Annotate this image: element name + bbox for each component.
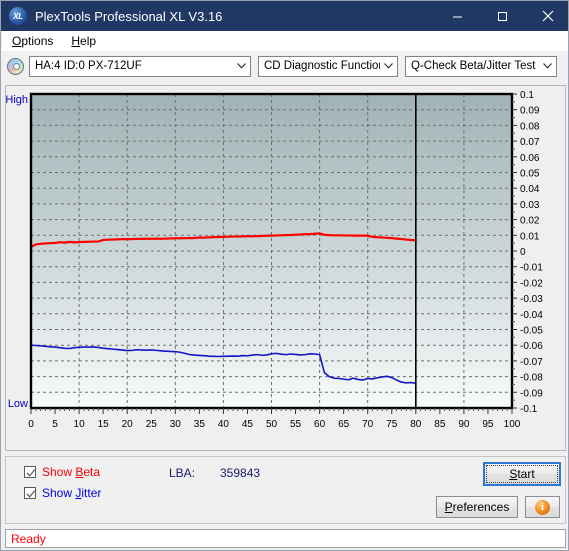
show-jitter-checkbox[interactable]: Show JitterShow Jitter bbox=[24, 486, 101, 500]
svg-text:10: 10 bbox=[74, 419, 86, 430]
function-select[interactable]: CD Diagnostic Functions bbox=[258, 55, 398, 77]
info-button[interactable]: i bbox=[525, 496, 560, 518]
svg-text:85: 85 bbox=[434, 419, 446, 430]
checkbox-box bbox=[24, 466, 36, 478]
chevron-down-icon[interactable] bbox=[233, 57, 250, 76]
svg-text:55: 55 bbox=[290, 419, 302, 430]
lba-label: LBA: bbox=[169, 466, 196, 480]
svg-text:Low: Low bbox=[8, 398, 28, 410]
svg-text:0: 0 bbox=[28, 419, 34, 430]
svg-text:50: 50 bbox=[266, 419, 278, 430]
xl-logo-icon: XL bbox=[9, 7, 27, 25]
svg-text:0.03: 0.03 bbox=[520, 200, 540, 211]
menu-bar: OOptionsptions HHelpelp bbox=[2, 31, 568, 51]
svg-text:0.07: 0.07 bbox=[520, 137, 540, 148]
toolbar: HA:4 ID:0 PX-712UF CD Diagnostic Functio… bbox=[2, 53, 568, 79]
svg-text:-0.03: -0.03 bbox=[520, 294, 543, 305]
svg-text:-0.04: -0.04 bbox=[520, 310, 543, 321]
svg-text:-0.09: -0.09 bbox=[520, 388, 543, 399]
title-bar: XL PlexTools Professional XL V3.16 bbox=[1, 1, 568, 31]
svg-text:5: 5 bbox=[52, 419, 58, 430]
svg-text:95: 95 bbox=[482, 419, 494, 430]
svg-text:0.08: 0.08 bbox=[520, 121, 540, 132]
svg-text:-0.02: -0.02 bbox=[520, 278, 543, 289]
svg-text:90: 90 bbox=[458, 419, 470, 430]
chart-panel: 0.1 0.09 0.08 0.07 0.06 0.05 0.04 0.03 0.02 0.01 0… bbox=[5, 85, 566, 451]
function-select-value: CD Diagnostic Functions bbox=[264, 60, 380, 72]
svg-text:-0.07: -0.07 bbox=[520, 357, 543, 368]
svg-text:-0.08: -0.08 bbox=[520, 373, 543, 384]
beta-jitter-chart: 0.1 0.09 0.08 0.07 0.06 0.05 0.04 0.03 0.02 0.01 0… bbox=[6, 90, 543, 430]
svg-text:0.05: 0.05 bbox=[520, 169, 540, 180]
svg-text:60: 60 bbox=[314, 419, 326, 430]
maximize-icon[interactable] bbox=[480, 1, 525, 31]
disc-icon bbox=[7, 57, 24, 75]
svg-text:100: 100 bbox=[504, 419, 521, 430]
controls-panel: Show BetaShow Beta Show JitterShow Jitte… bbox=[5, 456, 566, 524]
preferences-button-label: PreferencesPreferences bbox=[444, 500, 510, 514]
svg-text:0.09: 0.09 bbox=[520, 106, 540, 117]
svg-text:25: 25 bbox=[146, 419, 158, 430]
svg-text:35: 35 bbox=[194, 419, 206, 430]
window-buttons bbox=[435, 1, 568, 31]
svg-text:High: High bbox=[6, 94, 28, 106]
start-button-label: StartStart bbox=[509, 467, 535, 481]
svg-text:0.06: 0.06 bbox=[520, 153, 540, 164]
drive-select-value: HA:4 ID:0 PX-712UF bbox=[35, 60, 142, 72]
show-beta-checkbox[interactable]: Show BetaShow Beta bbox=[24, 465, 100, 479]
svg-text:15: 15 bbox=[98, 419, 110, 430]
start-button[interactable]: StartStart bbox=[483, 462, 561, 486]
svg-text:65: 65 bbox=[338, 419, 350, 430]
drive-select[interactable]: HA:4 ID:0 PX-712UF bbox=[29, 55, 251, 77]
svg-text:0.02: 0.02 bbox=[520, 216, 540, 227]
svg-text:-0.05: -0.05 bbox=[520, 326, 543, 337]
menu-item-help[interactable]: HHelpelp bbox=[63, 32, 104, 50]
svg-text:0.01: 0.01 bbox=[520, 231, 540, 242]
test-select[interactable]: Q-Check Beta/Jitter Test bbox=[405, 55, 557, 77]
svg-text:0.04: 0.04 bbox=[520, 184, 540, 195]
svg-text:75: 75 bbox=[386, 419, 398, 430]
minimize-icon[interactable] bbox=[435, 1, 480, 31]
svg-text:0.1: 0.1 bbox=[520, 90, 534, 101]
svg-text:-0.06: -0.06 bbox=[520, 341, 543, 352]
svg-text:20: 20 bbox=[122, 419, 134, 430]
menu-item-options[interactable]: OOptionsptions bbox=[4, 32, 61, 50]
status-bar: Ready bbox=[5, 529, 566, 548]
status-text: Ready bbox=[11, 531, 46, 546]
svg-text:45: 45 bbox=[242, 419, 254, 430]
window-title: PlexTools Professional XL V3.16 bbox=[35, 8, 223, 24]
plextools-window: XL PlexTools Professional XL V3.16 OOpti… bbox=[0, 0, 569, 551]
show-jitter-label: Show JitterShow Jitter bbox=[42, 486, 102, 500]
preferences-button[interactable]: PreferencesPreferences bbox=[436, 496, 518, 518]
svg-text:70: 70 bbox=[362, 419, 374, 430]
svg-text:40: 40 bbox=[218, 419, 230, 430]
svg-text:30: 30 bbox=[170, 419, 182, 430]
checkbox-box bbox=[24, 487, 36, 499]
lba-value: 359843 bbox=[220, 466, 261, 480]
info-icon: i bbox=[535, 499, 550, 515]
test-select-value: Q-Check Beta/Jitter Test bbox=[411, 60, 536, 72]
svg-text:-0.1: -0.1 bbox=[520, 404, 538, 415]
close-icon[interactable] bbox=[525, 1, 568, 31]
svg-text:0: 0 bbox=[520, 247, 526, 258]
show-beta-label: Show BetaShow Beta bbox=[42, 465, 101, 479]
svg-text:80: 80 bbox=[410, 419, 422, 430]
chevron-down-icon[interactable] bbox=[380, 57, 397, 76]
chevron-down-icon[interactable] bbox=[539, 57, 556, 76]
svg-text:-0.01: -0.01 bbox=[520, 263, 543, 274]
